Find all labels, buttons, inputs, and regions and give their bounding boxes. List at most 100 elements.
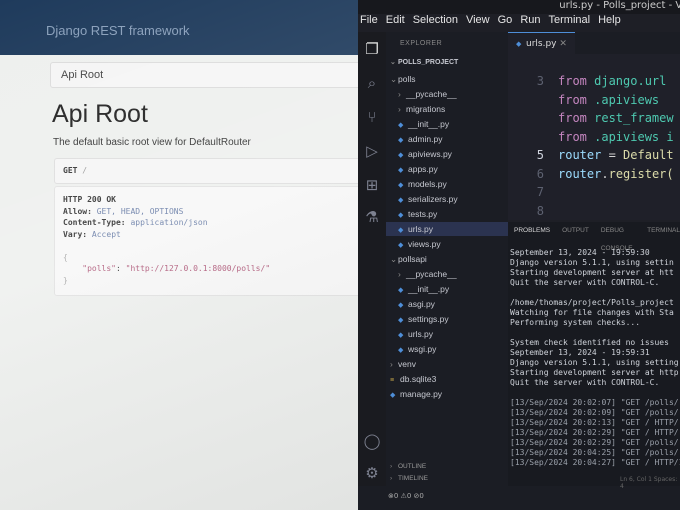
panel-tab-problems[interactable]: PROBLEMS bbox=[514, 222, 550, 240]
panel-tab-output[interactable]: OUTPUT bbox=[562, 222, 589, 240]
activity-bar: ❐ ⌕ ⑂ ▷ ⊞ ⚗ ◯ ⚙ bbox=[358, 32, 386, 510]
testing-icon[interactable]: ⚗ bbox=[363, 208, 381, 226]
breadcrumb-api-root[interactable]: Api Root bbox=[61, 69, 103, 81]
json-open-brace: { bbox=[63, 252, 68, 262]
tree-item[interactable]: ◆ models.py bbox=[398, 177, 447, 191]
menu-help[interactable]: Help bbox=[598, 14, 621, 32]
code-area[interactable]: 3 from django.url from .apiviews from rest… bbox=[508, 74, 680, 222]
tree-item[interactable]: ◆ manage.py bbox=[390, 387, 442, 401]
tree-item[interactable]: ◆ apiviews.py bbox=[398, 147, 452, 161]
tree-item[interactable]: ◆ urls.py bbox=[398, 327, 433, 341]
tree-item[interactable]: ◆ __init__.py bbox=[398, 282, 449, 296]
terminal-line: Performing system checks... bbox=[510, 318, 641, 327]
terminal-output[interactable]: September 13, 2024 - 19:59:30 Django vers… bbox=[510, 248, 680, 468]
search-icon[interactable]: ⌕ bbox=[363, 74, 381, 92]
menu-terminal[interactable]: Terminal bbox=[549, 14, 591, 32]
terminal-line: Quit the server with CONTROL-C. bbox=[510, 378, 660, 387]
tree-item[interactable]: ⌄polls bbox=[390, 72, 415, 86]
drf-brand-link[interactable]: Django REST framework bbox=[46, 23, 190, 38]
tree-item[interactable]: ◆ __init__.py bbox=[398, 117, 449, 131]
explorer-panel: EXPLORER ⌄ POLLS_PROJECT ⌄polls › __pycache… bbox=[386, 32, 508, 510]
menu-run[interactable]: Run bbox=[520, 14, 540, 32]
python-file-icon: ◆ bbox=[398, 167, 404, 174]
tree-item[interactable]: ◆ admin.py bbox=[398, 132, 443, 146]
panel-tabs: PROBLEMS OUTPUT DEBUG CONSOLE TERMINAL bbox=[508, 222, 680, 252]
status-position[interactable]: Ln 6, Col 1 Spaces: 4 bbox=[620, 476, 680, 490]
python-file-icon: ◆ bbox=[390, 392, 396, 399]
terminal-line: September 13, 2024 - 19:59:31 bbox=[510, 348, 650, 357]
drf-navbar: Django REST framework bbox=[0, 0, 358, 55]
menu-view[interactable]: View bbox=[466, 14, 490, 32]
tree-item[interactable]: › __pycache__ bbox=[398, 267, 457, 281]
database-file-icon: ≡ bbox=[390, 377, 395, 384]
request-info: GET / bbox=[54, 158, 358, 184]
tree-item[interactable]: ◆ apps.py bbox=[398, 162, 438, 176]
status-problems[interactable]: ⊗0 ⚠0 ⊘0 bbox=[388, 492, 424, 500]
request-method: GET bbox=[63, 166, 78, 175]
gear-icon[interactable]: ⚙ bbox=[363, 464, 381, 482]
tree-item[interactable]: ◆ wsgi.py bbox=[398, 342, 436, 356]
terminal-line: Django version 5.1.1, using settin bbox=[510, 258, 674, 267]
tree-item[interactable]: ◆ views.py bbox=[398, 237, 441, 251]
editor: ◆ urls.py ✕ 3 from django.url from .apiview… bbox=[508, 32, 680, 220]
extensions-icon[interactable]: ⊞ bbox=[363, 176, 381, 194]
terminal-line: Quit the server with CONTROL-C. bbox=[510, 278, 660, 287]
close-icon[interactable]: ✕ bbox=[559, 39, 567, 49]
code-line: 8 bbox=[536, 203, 544, 218]
menu-go[interactable]: Go bbox=[498, 14, 513, 32]
menu-file[interactable]: File bbox=[360, 14, 378, 32]
response-info: HTTP 200 OK Allow: GET, HEAD, OPTIONS Co… bbox=[54, 186, 358, 296]
panel-tab-debug-console[interactable]: DEBUG CONSOLE bbox=[601, 222, 635, 252]
response-content-type: Content-Type: application/json bbox=[63, 218, 208, 227]
menu-edit[interactable]: Edit bbox=[386, 14, 405, 32]
bottom-panel: PROBLEMS OUTPUT DEBUG CONSOLE TERMINAL S… bbox=[508, 222, 680, 510]
terminal-line: [13/Sep/2024 20:04:25] "GET /polls/ bbox=[510, 448, 679, 457]
tree-item[interactable]: › venv bbox=[390, 357, 416, 371]
source-control-icon[interactable]: ⑂ bbox=[363, 108, 381, 126]
tree-item[interactable]: ◆ tests.py bbox=[398, 207, 437, 221]
response-status: HTTP 200 OK bbox=[63, 195, 116, 204]
tree-item[interactable]: › migrations bbox=[398, 102, 445, 116]
terminal-line: [13/Sep/2024 20:02:09] "GET /polls/ bbox=[510, 408, 679, 417]
project-root[interactable]: ⌄ POLLS_PROJECT bbox=[390, 56, 458, 70]
photo-of-screen: Django REST framework Api Root Api Root … bbox=[0, 0, 680, 510]
tree-item[interactable]: ◆ urls.py bbox=[386, 222, 508, 236]
tree-item[interactable]: › __pycache__ bbox=[398, 87, 457, 101]
python-file-icon: ◆ bbox=[398, 317, 404, 324]
menubar: File Edit Selection View Go Run Terminal… bbox=[358, 14, 680, 32]
account-icon[interactable]: ◯ bbox=[363, 432, 381, 450]
python-file-icon: ◆ bbox=[398, 347, 404, 354]
timeline-section[interactable]: › TIMELINE bbox=[390, 472, 428, 486]
tree-item[interactable]: ◆ asgi.py bbox=[398, 297, 435, 311]
python-file-icon: ◆ bbox=[398, 242, 404, 249]
json-close-brace: } bbox=[63, 275, 68, 285]
menu-selection[interactable]: Selection bbox=[413, 14, 458, 32]
code-line: from .apiviews bbox=[558, 92, 660, 107]
terminal-line: [13/Sep/2024 20:02:29] "GET /polls/ bbox=[510, 438, 679, 447]
code-line: from rest_framew bbox=[558, 111, 674, 125]
files-icon[interactable]: ❐ bbox=[363, 40, 381, 58]
run-debug-icon[interactable]: ▷ bbox=[363, 142, 381, 160]
code-line: from .apiviews i bbox=[558, 129, 674, 144]
tab-urls-py[interactable]: ◆ urls.py ✕ bbox=[508, 32, 575, 55]
tree-item[interactable]: ◆ settings.py bbox=[398, 312, 449, 326]
code-line: 7 bbox=[536, 185, 544, 199]
tree-item[interactable]: ≡ db.sqlite3 bbox=[390, 372, 436, 386]
tree-item[interactable]: ⌄pollsapi bbox=[390, 252, 427, 266]
python-file-icon: ◆ bbox=[398, 137, 404, 144]
terminal-line: Watching for file changes with Sta bbox=[510, 308, 674, 317]
terminal-line: September 13, 2024 - 19:59:30 bbox=[510, 248, 650, 257]
python-file-icon: ◆ bbox=[516, 40, 522, 48]
terminal-line: Django version 5.1.1, using setting bbox=[510, 358, 679, 367]
tree-item[interactable]: ◆ serializers.py bbox=[398, 192, 458, 206]
panel-tab-terminal[interactable]: TERMINAL bbox=[647, 222, 680, 240]
terminal-line: System check identified no issues bbox=[510, 338, 669, 347]
chevron-right-icon: › bbox=[398, 89, 401, 99]
terminal-line: Starting development server at http bbox=[510, 368, 679, 377]
polls-link[interactable]: "http://127.0.0.1:8000/polls/" bbox=[126, 264, 271, 273]
vscode-window: urls.py - Polls_project - Vis File Edit … bbox=[358, 0, 680, 510]
terminal-line: Starting development server at htt bbox=[510, 268, 674, 277]
